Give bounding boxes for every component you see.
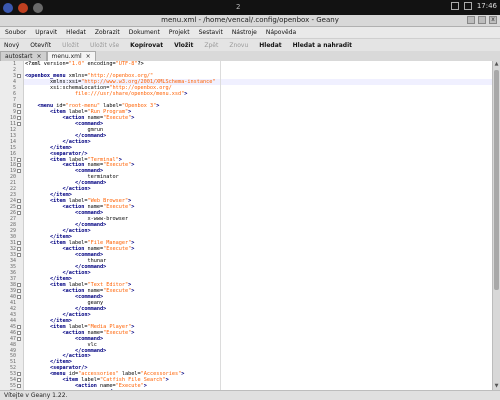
fold-marker-icon[interactable] (17, 115, 21, 120)
fold-marker-icon[interactable] (17, 199, 21, 204)
menu-napoveda[interactable]: Nápověda (266, 29, 296, 36)
desktop-panel: 2 17:46 (0, 0, 500, 15)
vertical-scrollbar[interactable]: ▲ ▼ (492, 61, 500, 390)
fold-marker-icon[interactable] (17, 163, 21, 168)
back-button[interactable]: Zpět (204, 42, 218, 49)
code-area[interactable]: 1 <?xml version="1.0" encoding="UTF-8"?> 2… (10, 61, 493, 390)
fold-marker-icon[interactable] (17, 157, 21, 162)
scroll-down-icon[interactable]: ▼ (493, 383, 500, 390)
panel-launchers (3, 1, 43, 14)
fold-marker-icon[interactable] (17, 282, 21, 287)
window-titlebar[interactable]: menu.xml - /home/vencal/.config/openbox … (0, 15, 500, 27)
tab-autostart[interactable]: autostart × (0, 51, 47, 61)
save-all-button[interactable]: Uložit vše (90, 42, 119, 49)
tab-close-icon[interactable]: × (86, 53, 91, 60)
window-title: menu.xml - /home/vencal/.config/openbox … (161, 16, 339, 24)
tray-network-icon[interactable] (450, 2, 459, 10)
status-bar: Vítejte v Geany 1.22. (0, 390, 500, 400)
toolbar: Nový Otevřít Uložit Uložit vše Kopírovat… (0, 38, 500, 52)
fold-marker-icon[interactable] (17, 372, 21, 377)
fold-marker-icon[interactable] (17, 211, 21, 216)
workspace-indicator[interactable]: 2 (236, 3, 240, 11)
paste-button[interactable]: Vložit (174, 42, 193, 49)
tray-volume-icon[interactable] (463, 2, 472, 10)
new-button[interactable]: Nový (4, 42, 19, 49)
fold-marker-icon[interactable] (17, 247, 21, 252)
find-button[interactable]: Hledat (259, 42, 281, 49)
find-replace-button[interactable]: Hledat a nahradit (293, 42, 352, 49)
panel-tray: 17:46 (450, 2, 497, 10)
fold-marker-icon[interactable] (17, 330, 21, 335)
app-menu-icon[interactable] (3, 2, 13, 13)
copy-button[interactable]: Kopírovat (130, 42, 163, 49)
menu-soubor[interactable]: Soubor (5, 29, 26, 36)
fold-marker-icon[interactable] (17, 109, 21, 114)
minimize-button[interactable] (467, 16, 475, 24)
scroll-up-icon[interactable]: ▲ (493, 61, 500, 68)
scroll-thumb[interactable] (494, 70, 499, 290)
menu-dokument[interactable]: Dokument (129, 29, 160, 36)
terminal-icon[interactable] (33, 2, 43, 13)
menu-projekt[interactable]: Projekt (169, 29, 190, 36)
fold-marker-icon[interactable] (17, 324, 21, 329)
fold-marker-icon[interactable] (17, 103, 21, 108)
fold-marker-icon[interactable] (17, 169, 21, 174)
menu-sestavit[interactable]: Sestavit (199, 29, 223, 36)
close-button[interactable]: x (489, 16, 497, 24)
tab-label: menu.xml (51, 53, 82, 60)
menu-nastroje[interactable]: Nástroje (232, 29, 257, 36)
tab-close-icon[interactable]: × (36, 53, 41, 60)
document-tabs: autostart × menu.xml × (0, 51, 500, 61)
menu-upravit[interactable]: Upravit (35, 29, 57, 36)
fold-marker-icon[interactable] (17, 121, 21, 126)
save-button[interactable]: Uložit (62, 42, 79, 49)
panel-clock[interactable]: 17:46 (477, 2, 497, 10)
tab-menu-xml[interactable]: menu.xml × (46, 51, 96, 61)
fold-marker-icon[interactable] (17, 205, 21, 210)
menu-hledat[interactable]: Hledat (66, 29, 86, 36)
forward-button[interactable]: Znovu (229, 42, 248, 49)
menu-zobrazit[interactable]: Zobrazit (95, 29, 120, 36)
maximize-button[interactable] (478, 16, 486, 24)
fold-marker-icon[interactable] (17, 73, 21, 78)
menubar: Soubor Upravit Hledat Zobrazit Dokument … (0, 27, 500, 37)
window-controls: x (467, 16, 497, 24)
fold-marker-icon[interactable] (17, 288, 21, 293)
fold-marker-icon[interactable] (17, 384, 21, 389)
code-editor[interactable]: 1 <?xml version="1.0" encoding="UTF-8"?> 2… (0, 61, 493, 390)
tab-label: autostart (5, 53, 33, 60)
open-button[interactable]: Otevřít (30, 42, 51, 49)
fold-marker-icon[interactable] (17, 294, 21, 299)
browser-icon[interactable] (18, 2, 28, 13)
fold-marker-icon[interactable] (17, 253, 21, 257)
fold-marker-icon[interactable] (17, 336, 21, 341)
fold-marker-icon[interactable] (17, 241, 21, 246)
fold-marker-icon[interactable] (17, 378, 21, 383)
